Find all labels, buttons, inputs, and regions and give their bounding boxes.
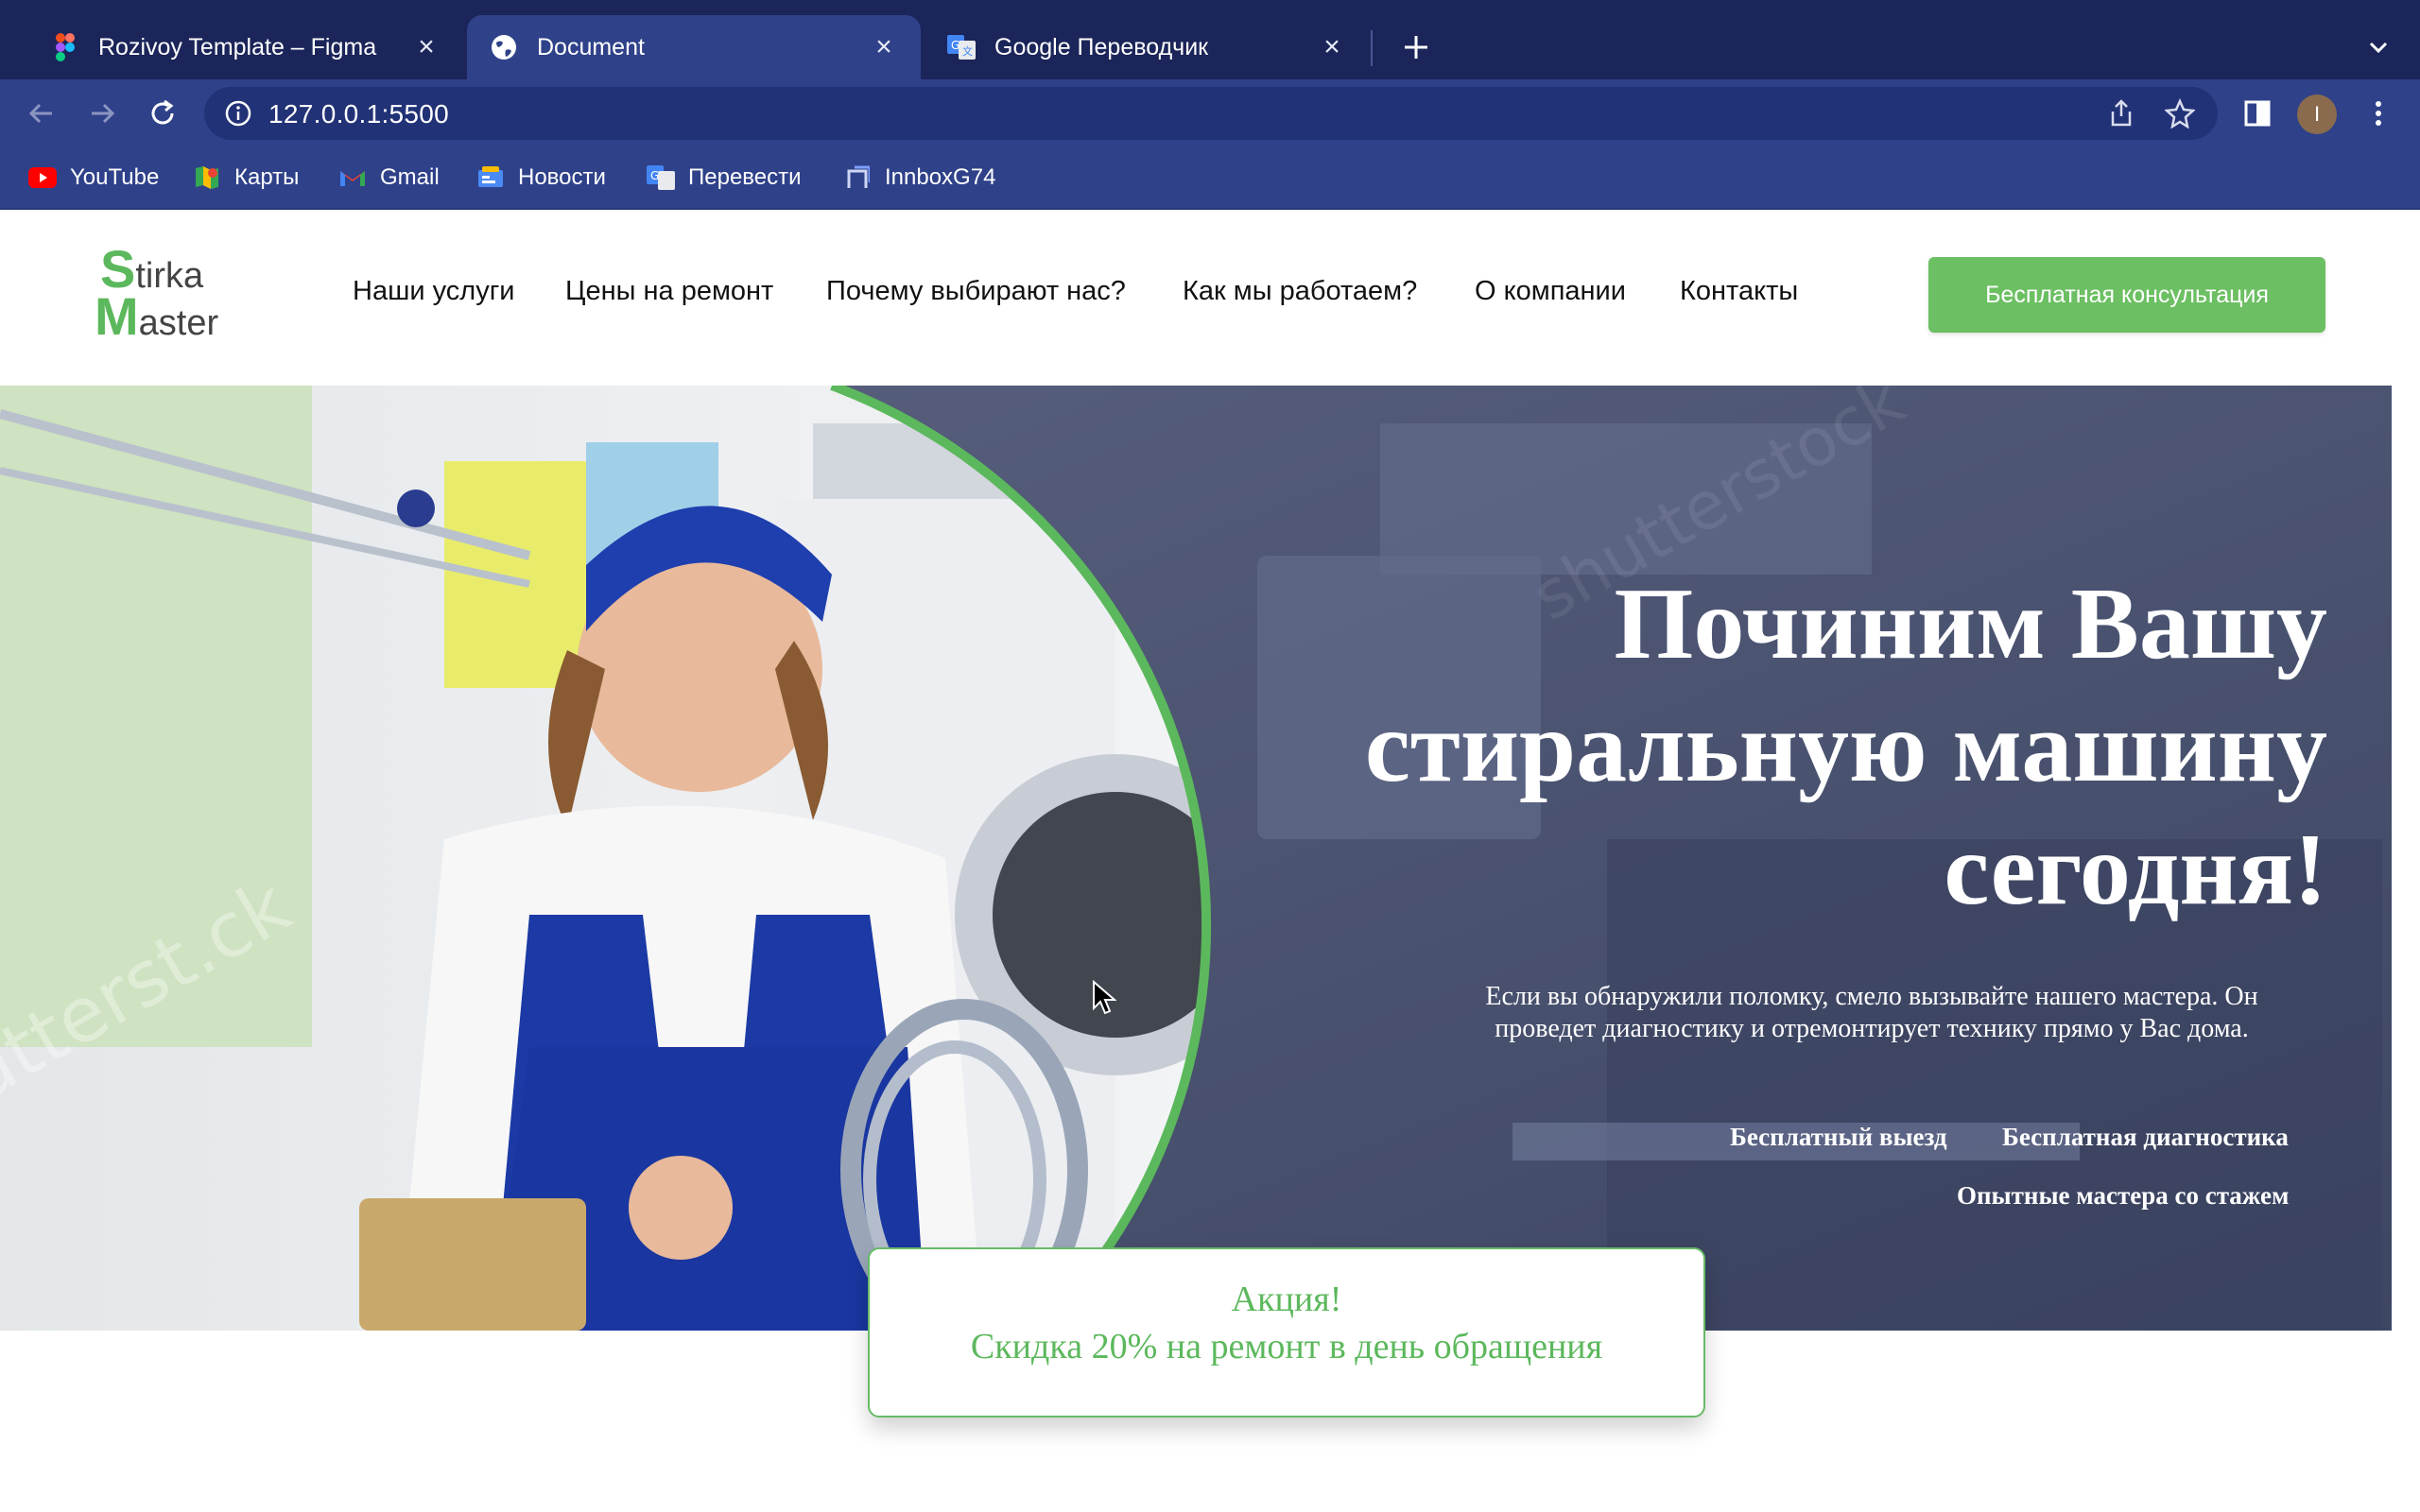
tab-document[interactable]: Document × bbox=[467, 15, 921, 79]
tab-separator bbox=[1371, 30, 1373, 66]
bookmark-label: Gmail bbox=[380, 164, 440, 190]
hero-title-line: сегодня! bbox=[1944, 814, 2327, 926]
gmail-icon bbox=[338, 165, 367, 190]
tab-figma[interactable]: Rozivoy Template – Figma × bbox=[28, 15, 463, 79]
profile-avatar[interactable]: I bbox=[2297, 94, 2337, 134]
web-page: Stirka Master Наши услуги Цены на ремонт… bbox=[0, 210, 2420, 1512]
close-icon[interactable]: × bbox=[870, 31, 898, 62]
bookmark-label: Карты bbox=[234, 164, 300, 190]
free-consultation-button[interactable]: Бесплатная консультация bbox=[1928, 257, 2325, 333]
logo-letter: M bbox=[95, 286, 139, 346]
bookmark-maps[interactable]: Карты bbox=[193, 161, 299, 195]
tab-search-button[interactable] bbox=[2360, 28, 2397, 66]
bookmark-label: YouTube bbox=[70, 164, 160, 190]
logo-text: aster bbox=[138, 303, 219, 343]
promo-card: Акция! Скидка 20% на ремонт в день обращ… bbox=[868, 1247, 1705, 1418]
side-panel-button[interactable] bbox=[2235, 91, 2280, 136]
hero-subtitle-line: Если вы обнаружили поломку, смело вызыва… bbox=[1485, 982, 2258, 1011]
feature-free-visit: Бесплатный выезд bbox=[1730, 1123, 1947, 1151]
browser-toolbar: 127.0.0.1:5500 I bbox=[0, 79, 2420, 147]
nav-link-services[interactable]: Наши услуги bbox=[353, 276, 514, 314]
bookmarks-bar: YouTube Карты Gmail Новости G Перевести … bbox=[0, 147, 2420, 210]
feature-experienced-masters: Опытные мастера со стажем bbox=[1957, 1181, 2290, 1210]
tab-google-translate[interactable]: G 文 Google Переводчик × bbox=[925, 15, 1369, 79]
nav-link-prices[interactable]: Цены на ремонт bbox=[565, 276, 773, 314]
google-translate-icon: G 文 bbox=[947, 33, 976, 61]
nav-link-how-we-work[interactable]: Как мы работаем? bbox=[1183, 276, 1417, 314]
feature-free-diagnostics: Бесплатная диагностика bbox=[2002, 1123, 2289, 1151]
bookmark-gmail[interactable]: Gmail bbox=[338, 161, 440, 195]
nav-link-contacts[interactable]: Контакты bbox=[1680, 276, 1798, 314]
chevron-down-icon bbox=[2369, 42, 2388, 54]
browser-tab-strip: Rozivoy Template – Figma × Document × G … bbox=[0, 0, 2420, 79]
forward-button[interactable] bbox=[79, 91, 125, 136]
browser-menu-button[interactable] bbox=[2356, 91, 2401, 136]
maps-icon bbox=[193, 165, 221, 190]
promo-text: Скидка 20% на ремонт в день обращения bbox=[970, 1327, 1603, 1366]
svg-text:G: G bbox=[951, 39, 959, 52]
translate-icon: G bbox=[647, 165, 675, 190]
bookmark-label: InnboxG74 bbox=[885, 164, 996, 190]
arrow-left-icon bbox=[28, 103, 52, 124]
nav-link-about[interactable]: О компании bbox=[1475, 276, 1626, 314]
close-icon[interactable]: × bbox=[1318, 31, 1346, 62]
hero-title: Починим Вашу стиральную машину сегодня! bbox=[1193, 563, 2327, 932]
bookmark-app-icon bbox=[843, 165, 872, 190]
hero-subtitle-line: проведет диагностику и отремонтирует тех… bbox=[1495, 1014, 2249, 1043]
bookmark-innboxg74[interactable]: InnboxG74 bbox=[843, 161, 995, 195]
back-button[interactable] bbox=[19, 91, 64, 136]
tab-title: Google Переводчик bbox=[994, 33, 1209, 60]
share-icon[interactable] bbox=[2104, 96, 2138, 130]
url-text: 127.0.0.1:5500 bbox=[268, 99, 450, 129]
hero-section: shutterstock utterst.ck Починим Вашу сти… bbox=[0, 386, 2392, 1331]
info-icon[interactable] bbox=[223, 98, 253, 129]
svg-text:文: 文 bbox=[962, 44, 973, 58]
close-icon[interactable]: × bbox=[412, 31, 441, 62]
bookmark-label: Перевести bbox=[688, 164, 802, 190]
mouse-cursor-icon bbox=[1093, 980, 1116, 1015]
bookmark-translate[interactable]: G Перевести bbox=[647, 161, 802, 195]
arrow-right-icon bbox=[92, 103, 115, 124]
more-vertical-icon bbox=[2376, 101, 2381, 126]
plus-icon bbox=[1405, 36, 1427, 59]
tab-title: Document bbox=[537, 33, 645, 60]
nav-link-why-us[interactable]: Почему выбирают нас? bbox=[826, 276, 1126, 314]
reload-icon bbox=[151, 99, 174, 125]
reload-button[interactable] bbox=[140, 91, 185, 136]
hero-title-line: стиральную машину bbox=[1364, 691, 2327, 803]
bookmark-news[interactable]: Новости bbox=[476, 161, 606, 195]
site-logo[interactable]: Stirka Master bbox=[95, 238, 246, 346]
tab-title: Rozivoy Template – Figma bbox=[98, 33, 377, 60]
youtube-icon bbox=[28, 165, 57, 190]
bookmark-youtube[interactable]: YouTube bbox=[28, 161, 159, 195]
star-icon[interactable] bbox=[2163, 96, 2197, 130]
side-panel-icon bbox=[2244, 100, 2271, 127]
address-bar[interactable]: 127.0.0.1:5500 bbox=[204, 87, 2218, 140]
new-tab-button[interactable] bbox=[1395, 26, 1437, 68]
promo-title: Акция! bbox=[1231, 1280, 1342, 1319]
news-icon bbox=[476, 165, 505, 190]
globe-icon bbox=[490, 33, 518, 61]
hero-subtitle: Если вы обнаружили поломку, смело вызыва… bbox=[1418, 981, 2325, 1045]
hero-title-line: Починим Вашу bbox=[1614, 568, 2327, 680]
figma-icon bbox=[51, 33, 79, 61]
bookmark-label: Новости bbox=[518, 164, 606, 190]
svg-text:G: G bbox=[650, 169, 659, 182]
